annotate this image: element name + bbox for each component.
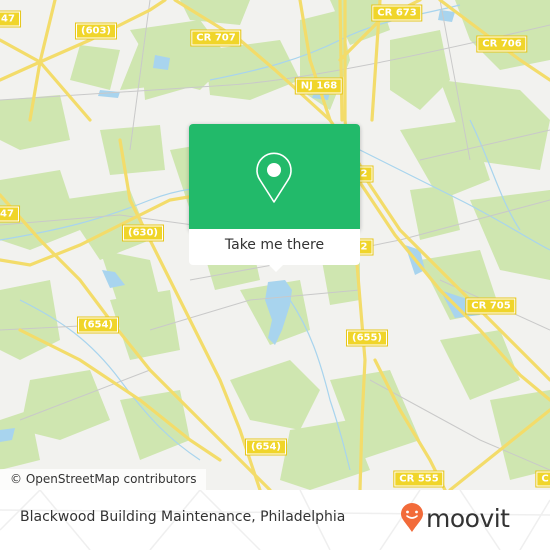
popup-pointer bbox=[268, 264, 284, 272]
road-label-cr707: CR 707 bbox=[190, 29, 242, 47]
road-label-603: (603) bbox=[74, 22, 118, 40]
road-label-654-west: (654) bbox=[76, 316, 120, 334]
place-title: Blackwood Building Maintenance, Philadel… bbox=[20, 509, 346, 525]
road-label-47-mid: 47 bbox=[0, 205, 20, 223]
moovit-pin-icon bbox=[401, 503, 423, 532]
map-attribution[interactable]: © OpenStreetMap contributors bbox=[0, 469, 207, 490]
road-label-630: (630) bbox=[121, 224, 165, 242]
road-label-nj168: NJ 168 bbox=[294, 77, 344, 95]
road-label-cr706: CR 706 bbox=[476, 35, 528, 53]
popup-header bbox=[189, 124, 360, 229]
moovit-wordmark: moovit bbox=[426, 503, 510, 533]
moovit-logo[interactable]: moovit bbox=[400, 503, 510, 533]
road-label-cr673: CR 673 bbox=[371, 4, 423, 22]
road-label-655: (655) bbox=[345, 329, 389, 347]
road-label-c: C bbox=[535, 470, 550, 488]
location-popup: Take me there bbox=[189, 124, 360, 272]
road-label-47-top: 47 bbox=[0, 10, 21, 28]
take-me-there-button[interactable]: Take me there bbox=[189, 229, 360, 265]
road-label-cr555: CR 555 bbox=[393, 470, 445, 488]
map[interactable]: (603) CR 707 CR 673 CR 706 NJ 168 47 47 … bbox=[0, 0, 550, 490]
footer: Blackwood Building Maintenance, Philadel… bbox=[0, 490, 550, 550]
road-label-654-south: (654) bbox=[244, 438, 288, 456]
map-pin-icon bbox=[256, 152, 292, 203]
road-label-cr705: CR 705 bbox=[465, 297, 517, 315]
